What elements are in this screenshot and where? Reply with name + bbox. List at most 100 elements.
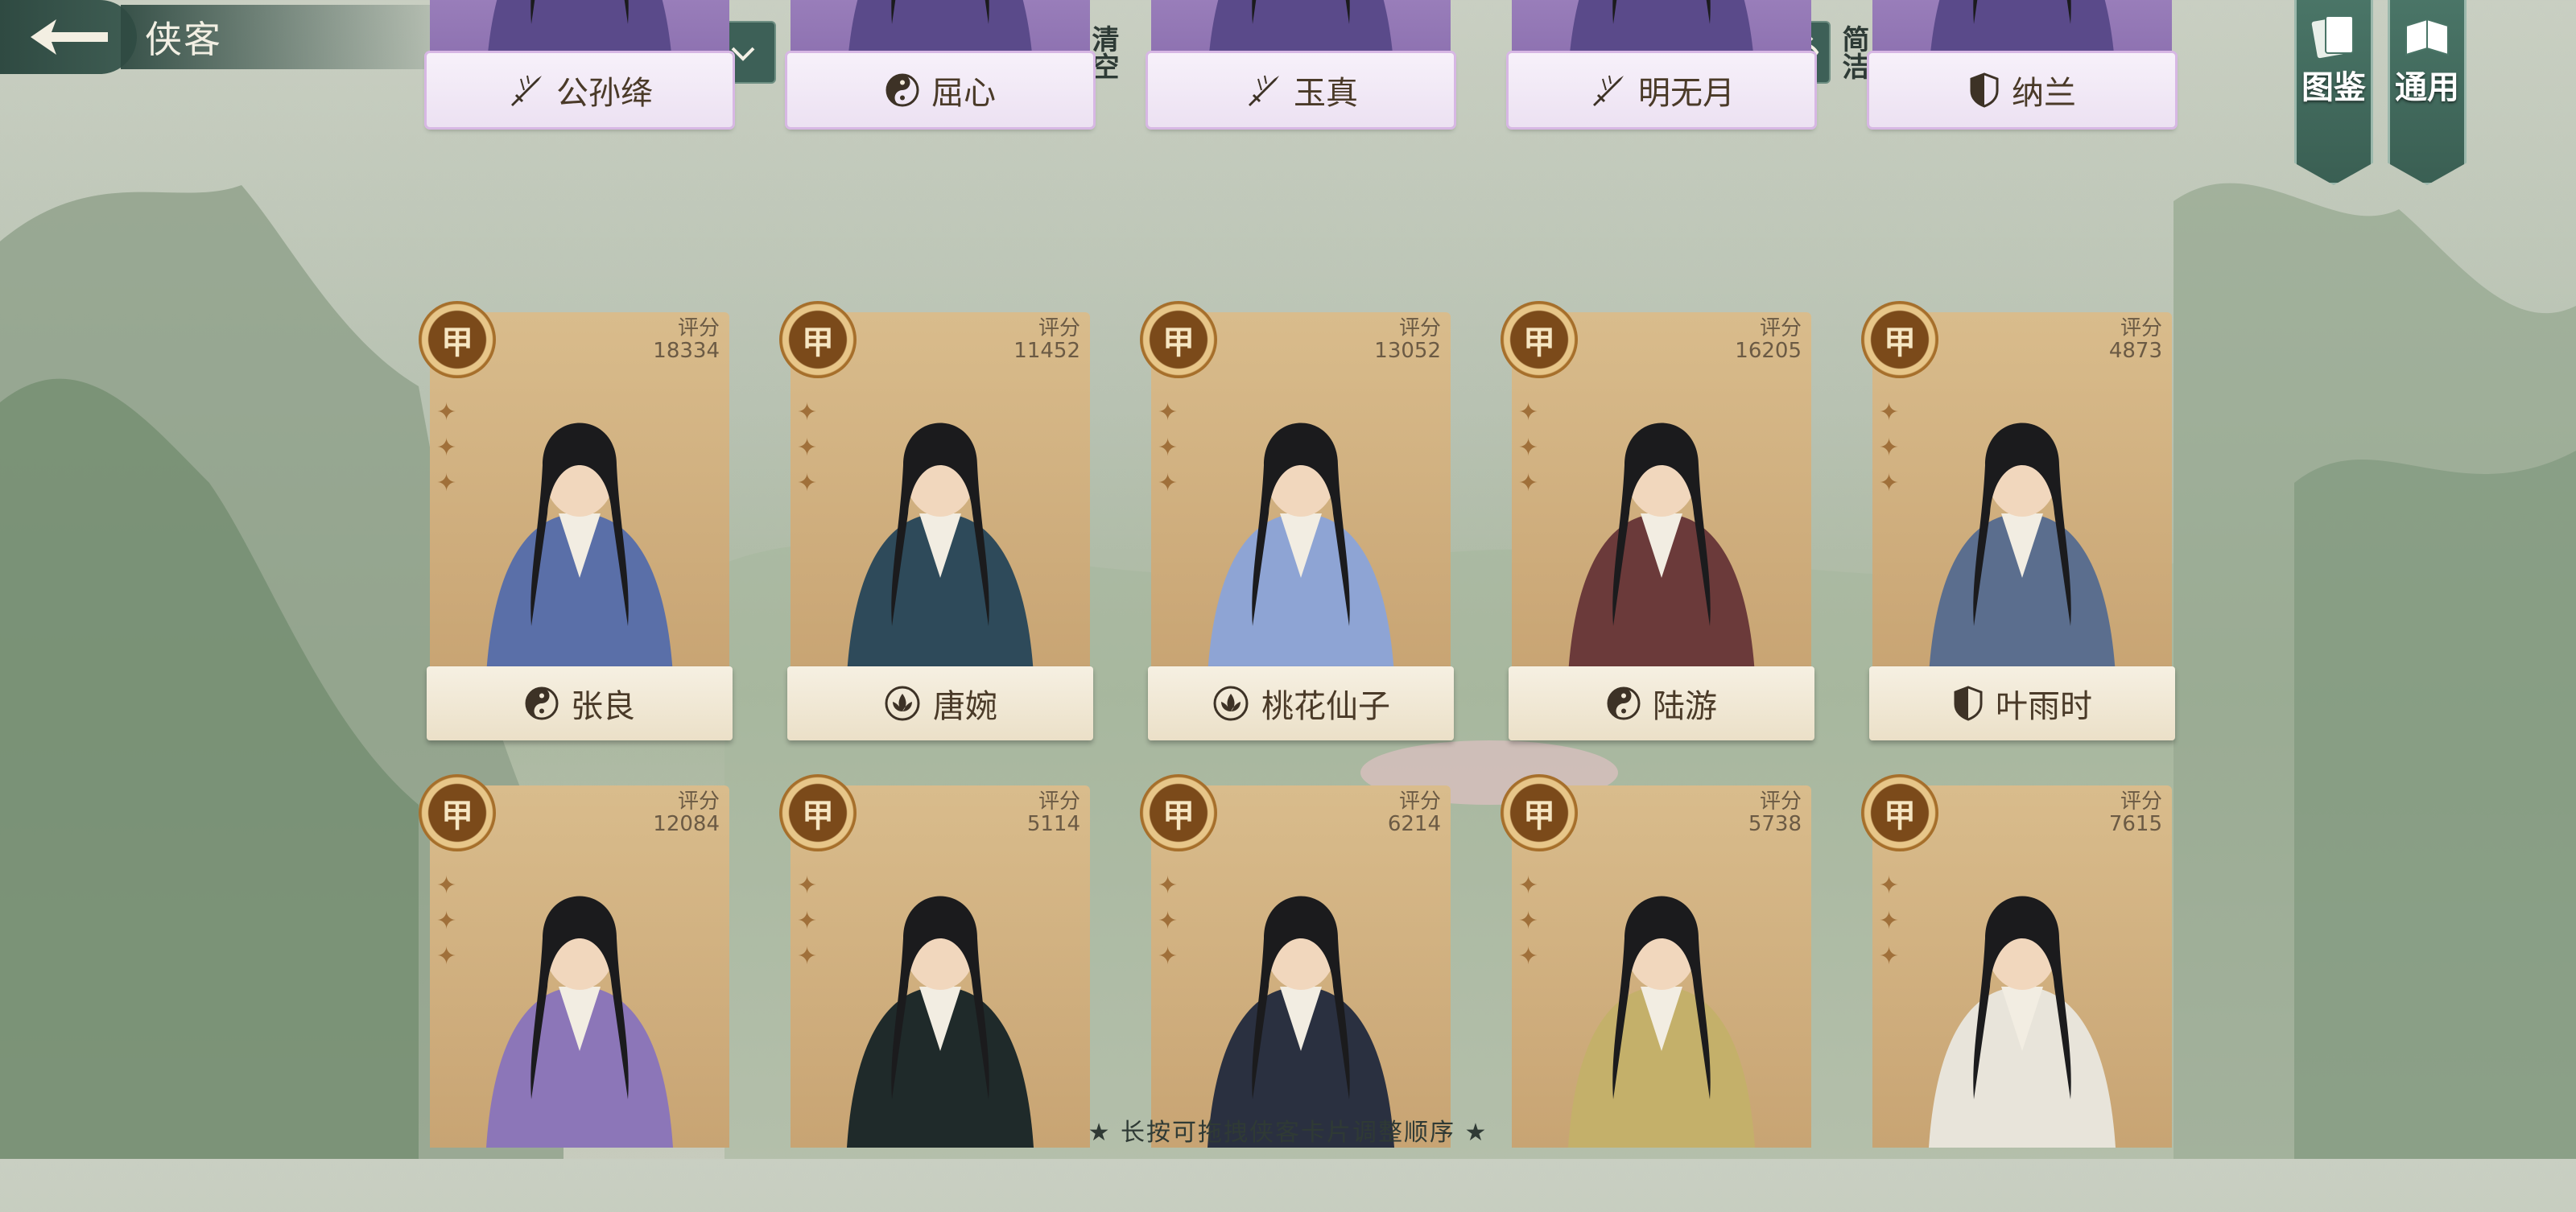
lotus-icon — [883, 686, 922, 721]
taiji-icon — [524, 686, 559, 721]
rank-mark-icon: ✦ — [436, 942, 457, 971]
rank-mark-icon: ✦ — [436, 469, 457, 497]
hero-nameplate: 叶雨时 — [1869, 666, 2175, 740]
rank-mark-icon: ✦ — [1158, 469, 1179, 497]
ribbon-general[interactable]: 通用 — [2388, 0, 2467, 185]
grade-badge: 甲 — [1501, 301, 1578, 378]
score-label: 评分 — [677, 316, 720, 340]
rank-mark-icon: ✦ — [1518, 434, 1539, 462]
score-block: 评分 6214 — [1388, 790, 1441, 835]
hero-card[interactable]: 玉真 — [1148, 0, 1454, 129]
rank-marks: ✦ ✦ ✦ — [436, 874, 465, 969]
score-block: 评分 13052 — [1374, 317, 1441, 362]
hero-nameplate: 屈心 — [787, 53, 1093, 127]
rank-marks: ✦ ✦ ✦ — [1879, 874, 1908, 969]
rank-mark-icon: ✦ — [797, 469, 818, 497]
lotus-icon — [1212, 686, 1250, 721]
taiji-icon — [885, 72, 920, 108]
hero-name: 公孙绛 — [556, 75, 653, 112]
rank-marks: ✦ ✦ ✦ — [797, 401, 826, 496]
taiji-icon — [1606, 686, 1641, 721]
score-value: 4873 — [2108, 339, 2162, 363]
score-block: 评分 12084 — [653, 790, 720, 835]
grade-badge: 甲 — [1861, 774, 1938, 851]
hero-card[interactable]: 甲 评分 11452 ✦ ✦ ✦ 唐婉 — [779, 301, 1093, 740]
hero-card[interactable]: 甲 评分 13052 ✦ ✦ ✦ 桃花仙子 — [1140, 301, 1454, 740]
score-value: 13052 — [1374, 339, 1441, 363]
score-label: 评分 — [1759, 316, 1802, 340]
grade-badge: 甲 — [419, 774, 496, 851]
score-label: 评分 — [1398, 316, 1441, 340]
page-title-text: 侠客 — [145, 18, 222, 61]
score-label: 评分 — [1038, 789, 1080, 814]
back-button[interactable] — [0, 0, 137, 74]
sword-icon — [1588, 72, 1627, 108]
hero-name: 玉真 — [1294, 75, 1358, 112]
book-icon — [2405, 18, 2449, 56]
hero-name: 桃花仙子 — [1261, 688, 1390, 725]
score-value: 5114 — [1026, 812, 1080, 836]
ribbon-codex[interactable]: 图鉴 — [2294, 0, 2373, 185]
rank-mark-icon: ✦ — [1158, 434, 1179, 462]
hero-card[interactable]: 明无月 — [1509, 0, 1814, 129]
rank-marks: ✦ ✦ ✦ — [1518, 401, 1547, 496]
hero-name: 叶雨时 — [1996, 688, 2092, 725]
hero-card[interactable]: 甲 评分 12084 ✦ ✦ ✦ — [419, 774, 729, 1212]
hero-card[interactable]: 甲 评分 6214 ✦ ✦ ✦ — [1140, 774, 1451, 1212]
hero-name: 明无月 — [1638, 75, 1735, 112]
hero-card[interactable]: 甲 评分 18334 ✦ ✦ ✦ 张良 — [419, 301, 733, 740]
hero-card[interactable]: 屈心 — [787, 0, 1093, 129]
rank-mark-icon: ✦ — [797, 872, 818, 900]
hero-card[interactable]: 甲 评分 7615 ✦ ✦ ✦ — [1861, 774, 2172, 1212]
score-value: 6214 — [1387, 812, 1441, 836]
drag-hint: ★ 长按可拖拽侠客卡片调整顺序 ★ — [1088, 1119, 1488, 1147]
rank-mark-icon: ✦ — [797, 398, 818, 427]
rank-mark-icon: ✦ — [436, 907, 457, 935]
hero-name: 陆游 — [1653, 688, 1717, 725]
hero-name: 屈心 — [931, 75, 996, 112]
score-value: 11452 — [1013, 339, 1080, 363]
rank-mark-icon: ✦ — [1879, 434, 1900, 462]
rank-mark-icon: ✦ — [1879, 872, 1900, 900]
rank-marks: ✦ ✦ ✦ — [1158, 401, 1187, 496]
hero-card[interactable]: 甲 评分 5114 ✦ ✦ ✦ — [779, 774, 1090, 1212]
grade-badge: 甲 — [419, 301, 496, 378]
score-block: 评分 11452 — [1013, 317, 1080, 362]
hero-nameplate: 玉真 — [1148, 53, 1454, 127]
score-label: 评分 — [1759, 789, 1802, 814]
ribbon-general-label: 通用 — [2395, 69, 2459, 106]
score-block: 评分 4873 — [2109, 317, 2162, 362]
hero-card[interactable]: 甲 评分 16205 ✦ ✦ ✦ 陆游 — [1501, 301, 1814, 740]
hero-card[interactable]: 纳兰 — [1869, 0, 2175, 129]
score-value: 7615 — [2108, 812, 2162, 836]
ribbon-codex-label: 图鉴 — [2301, 69, 2366, 106]
rank-mark-icon: ✦ — [1158, 872, 1179, 900]
grade-badge: 甲 — [1861, 301, 1938, 378]
hero-nameplate: 公孙绛 — [427, 53, 733, 127]
score-block: 评分 18334 — [653, 317, 720, 362]
simple-label: 简洁 — [1837, 25, 1869, 80]
rank-mark-icon: ✦ — [1158, 942, 1179, 971]
rank-mark-icon: ✦ — [1879, 942, 1900, 971]
rank-mark-icon: ✦ — [797, 907, 818, 935]
grade-badge: 甲 — [779, 774, 857, 851]
score-block: 评分 7615 — [2109, 790, 2162, 835]
hero-card[interactable]: 甲 评分 4873 ✦ ✦ ✦ 叶雨时 — [1861, 301, 2175, 740]
rank-marks: ✦ ✦ ✦ — [1158, 874, 1187, 969]
rank-mark-icon: ✦ — [1879, 469, 1900, 497]
score-block: 评分 16205 — [1735, 317, 1802, 362]
hero-nameplate: 纳兰 — [1869, 53, 2175, 127]
rank-mark-icon: ✦ — [1518, 907, 1539, 935]
hero-nameplate: 张良 — [427, 666, 733, 740]
hero-card[interactable]: 甲 评分 5738 ✦ ✦ ✦ — [1501, 774, 1811, 1212]
rank-mark-icon: ✦ — [1518, 942, 1539, 971]
rank-mark-icon: ✦ — [1158, 907, 1179, 935]
score-value: 16205 — [1735, 339, 1802, 363]
grade-badge: 甲 — [1140, 301, 1217, 378]
hero-nameplate: 桃花仙子 — [1148, 666, 1454, 740]
rank-marks: ✦ ✦ ✦ — [436, 401, 465, 496]
score-label: 评分 — [2120, 789, 2162, 814]
sword-icon — [1244, 72, 1282, 108]
hero-card[interactable]: 公孙绛 — [427, 0, 733, 129]
hero-name: 张良 — [571, 688, 635, 725]
